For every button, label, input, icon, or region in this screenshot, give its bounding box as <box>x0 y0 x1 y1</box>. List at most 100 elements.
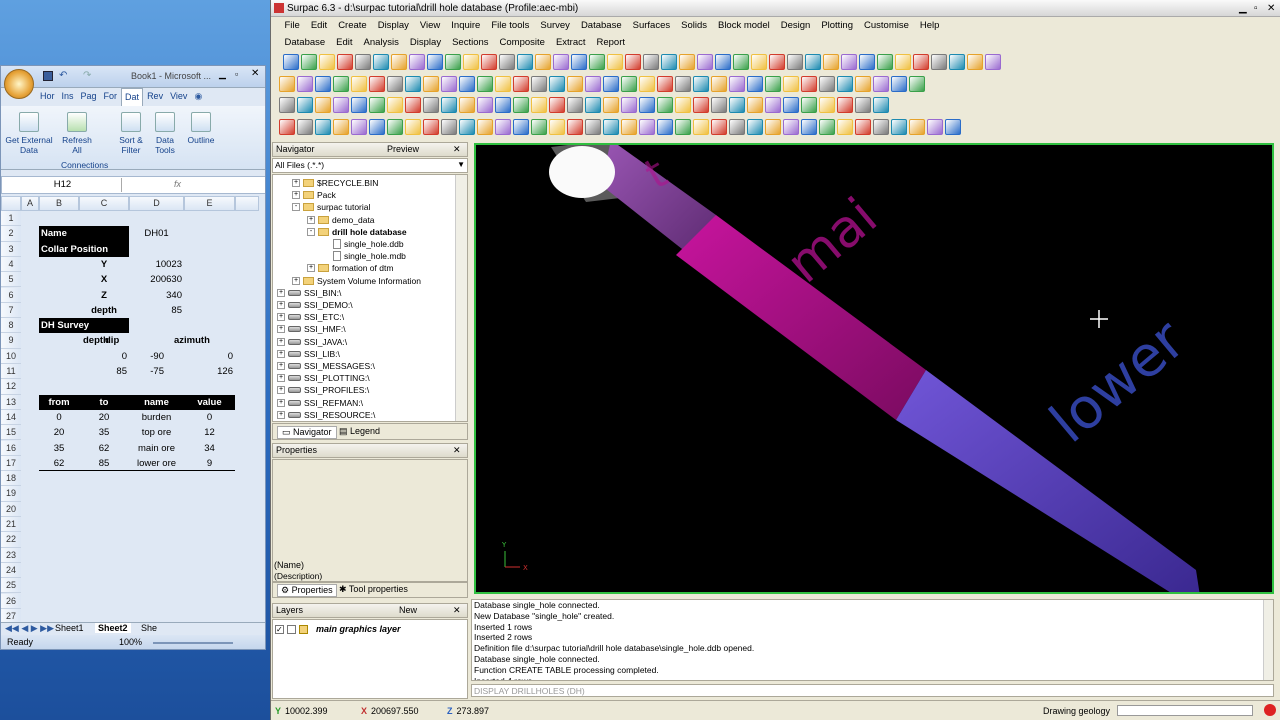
drillhole-3d-view[interactable]: t mai lower Y X <box>476 145 1274 594</box>
toolbar-icon[interactable] <box>319 54 335 70</box>
toolbar-icon[interactable] <box>657 76 673 92</box>
toolbar-icon[interactable] <box>279 97 295 113</box>
row-header[interactable]: 16 <box>1 440 21 456</box>
message-log[interactable]: Database single_hole connected. New Datab… <box>471 599 1274 681</box>
cell-geo-value[interactable]: 12 <box>184 425 235 440</box>
tree-item[interactable]: + SSI_MESSAGES:\ <box>277 361 375 371</box>
cell-y-label[interactable]: Y <box>79 257 129 272</box>
toolbar-icon[interactable] <box>765 119 781 135</box>
toolbar-icon[interactable] <box>819 97 835 113</box>
cell-geo-value[interactable]: 20 <box>79 410 129 425</box>
cell-geo-value[interactable]: 85 <box>79 456 129 471</box>
new-layer-button[interactable]: New <box>399 604 417 617</box>
toolbar-icon[interactable] <box>351 119 367 135</box>
toolbar-icon[interactable] <box>913 54 929 70</box>
expand-icon[interactable]: + <box>277 410 285 419</box>
row-header[interactable]: 25 <box>1 578 21 594</box>
outline-button[interactable]: Outline <box>183 112 219 145</box>
cell-geo-value[interactable]: 34 <box>184 441 235 456</box>
toolbar-icon[interactable] <box>819 119 835 135</box>
cell-geo-header[interactable]: value <box>184 394 235 410</box>
submenu-composite[interactable]: Composite <box>494 34 550 51</box>
cell-depth-value[interactable]: 85 <box>129 303 184 318</box>
collapse-icon[interactable]: - <box>292 203 300 212</box>
toolbar-icon[interactable] <box>441 97 457 113</box>
toolbar-icon[interactable] <box>801 119 817 135</box>
row-header[interactable]: 9 <box>1 333 21 349</box>
tree-item[interactable]: single_hole.ddb <box>322 239 404 249</box>
expand-icon[interactable]: + <box>277 325 285 334</box>
toolbar-icon[interactable] <box>801 76 817 92</box>
expand-icon[interactable]: + <box>307 215 315 224</box>
data-tools-button[interactable]: Data Tools <box>147 112 183 155</box>
toolbar-icon[interactable] <box>513 119 529 135</box>
toolbar-icon[interactable] <box>679 54 695 70</box>
toolbar-icon[interactable] <box>477 97 493 113</box>
row-header[interactable]: 6 <box>1 287 21 303</box>
zoom-level[interactable]: 100% <box>119 637 142 647</box>
cell-survey-header[interactable]: dip <box>103 333 158 348</box>
cell-survey-value[interactable]: -75 <box>111 364 166 379</box>
tab-home[interactable]: Hor <box>37 88 58 106</box>
toolbar-icon[interactable] <box>495 97 511 113</box>
menu-design[interactable]: Design <box>775 17 816 34</box>
toolbar-icon[interactable] <box>985 54 1001 70</box>
toolbar-icon[interactable] <box>967 54 983 70</box>
toolbar-icon[interactable] <box>621 97 637 113</box>
toolbar-icon[interactable] <box>859 54 875 70</box>
toolbar-icon[interactable] <box>513 76 529 92</box>
toolbar-icon[interactable] <box>949 54 965 70</box>
cell-geo-value[interactable]: 0 <box>39 410 79 425</box>
tab-navigator[interactable]: ▭ Navigator <box>277 426 337 439</box>
toolbar-icon[interactable] <box>423 119 439 135</box>
row-header[interactable]: 7 <box>1 302 21 319</box>
tree-item[interactable]: + formation of dtm <box>307 263 393 273</box>
tree-item[interactable]: + SSI_JAVA:\ <box>277 337 347 347</box>
toolbar-icon[interactable] <box>891 119 907 135</box>
minimize-button[interactable]: ▁ <box>219 69 226 80</box>
column-header[interactable]: D <box>129 196 184 211</box>
close-button[interactable]: ✕ <box>251 68 259 79</box>
toolbar-icon[interactable] <box>459 119 475 135</box>
tree-item[interactable]: + SSI_RESOURCE:\ <box>277 410 375 420</box>
checkbox-icon[interactable]: ✓ <box>275 624 284 634</box>
toolbar-icon[interactable] <box>625 54 641 70</box>
toolbar-icon[interactable] <box>405 119 421 135</box>
toolbar-icon[interactable] <box>333 97 349 113</box>
menu-display[interactable]: Display <box>372 17 414 34</box>
get-external-data-button[interactable]: Get External Data <box>5 112 53 155</box>
toolbar-icon[interactable] <box>351 76 367 92</box>
toolbar-icon[interactable] <box>607 54 623 70</box>
row-header[interactable]: 18 <box>1 471 21 487</box>
toolbar-icon[interactable] <box>387 76 403 92</box>
toolbar-icon[interactable] <box>333 76 349 92</box>
expand-icon[interactable]: + <box>277 349 285 358</box>
menu-inquire[interactable]: Inquire <box>446 17 486 34</box>
sheet-tab-2[interactable]: Sheet2 <box>95 623 131 633</box>
toolbar-icon[interactable] <box>733 54 749 70</box>
toolbar-icon[interactable] <box>387 97 403 113</box>
row-header[interactable]: 11 <box>1 364 21 380</box>
cell-survey-label[interactable]: DH Survey <box>39 318 127 334</box>
toolbar-icon[interactable] <box>765 76 781 92</box>
toolbar-icon[interactable] <box>927 119 943 135</box>
toolbar-icon[interactable] <box>585 119 601 135</box>
save-icon[interactable] <box>43 71 53 81</box>
toolbar-icon[interactable] <box>729 119 745 135</box>
tree-item[interactable]: + SSI_DEMO:\ <box>277 300 353 310</box>
toolbar-icon[interactable] <box>351 97 367 113</box>
toolbar-icon[interactable] <box>301 54 317 70</box>
cell-survey-header[interactable]: azimuth <box>172 333 223 348</box>
row-header[interactable]: 19 <box>1 486 21 502</box>
toolbar-icon[interactable] <box>787 54 803 70</box>
zoom-slider[interactable] <box>153 642 233 644</box>
panel-close-icon[interactable]: ✕ <box>453 604 461 617</box>
tree-item[interactable]: + $RECYCLE.BIN <box>292 178 378 188</box>
toolbar-icon[interactable] <box>909 119 925 135</box>
row-header[interactable]: 21 <box>1 517 21 533</box>
menu-help[interactable]: Help <box>914 17 945 34</box>
toolbar-icon[interactable] <box>279 76 295 92</box>
toolbar-icon[interactable] <box>603 119 619 135</box>
toolbar-icon[interactable] <box>427 54 443 70</box>
toolbar-icon[interactable] <box>513 97 529 113</box>
